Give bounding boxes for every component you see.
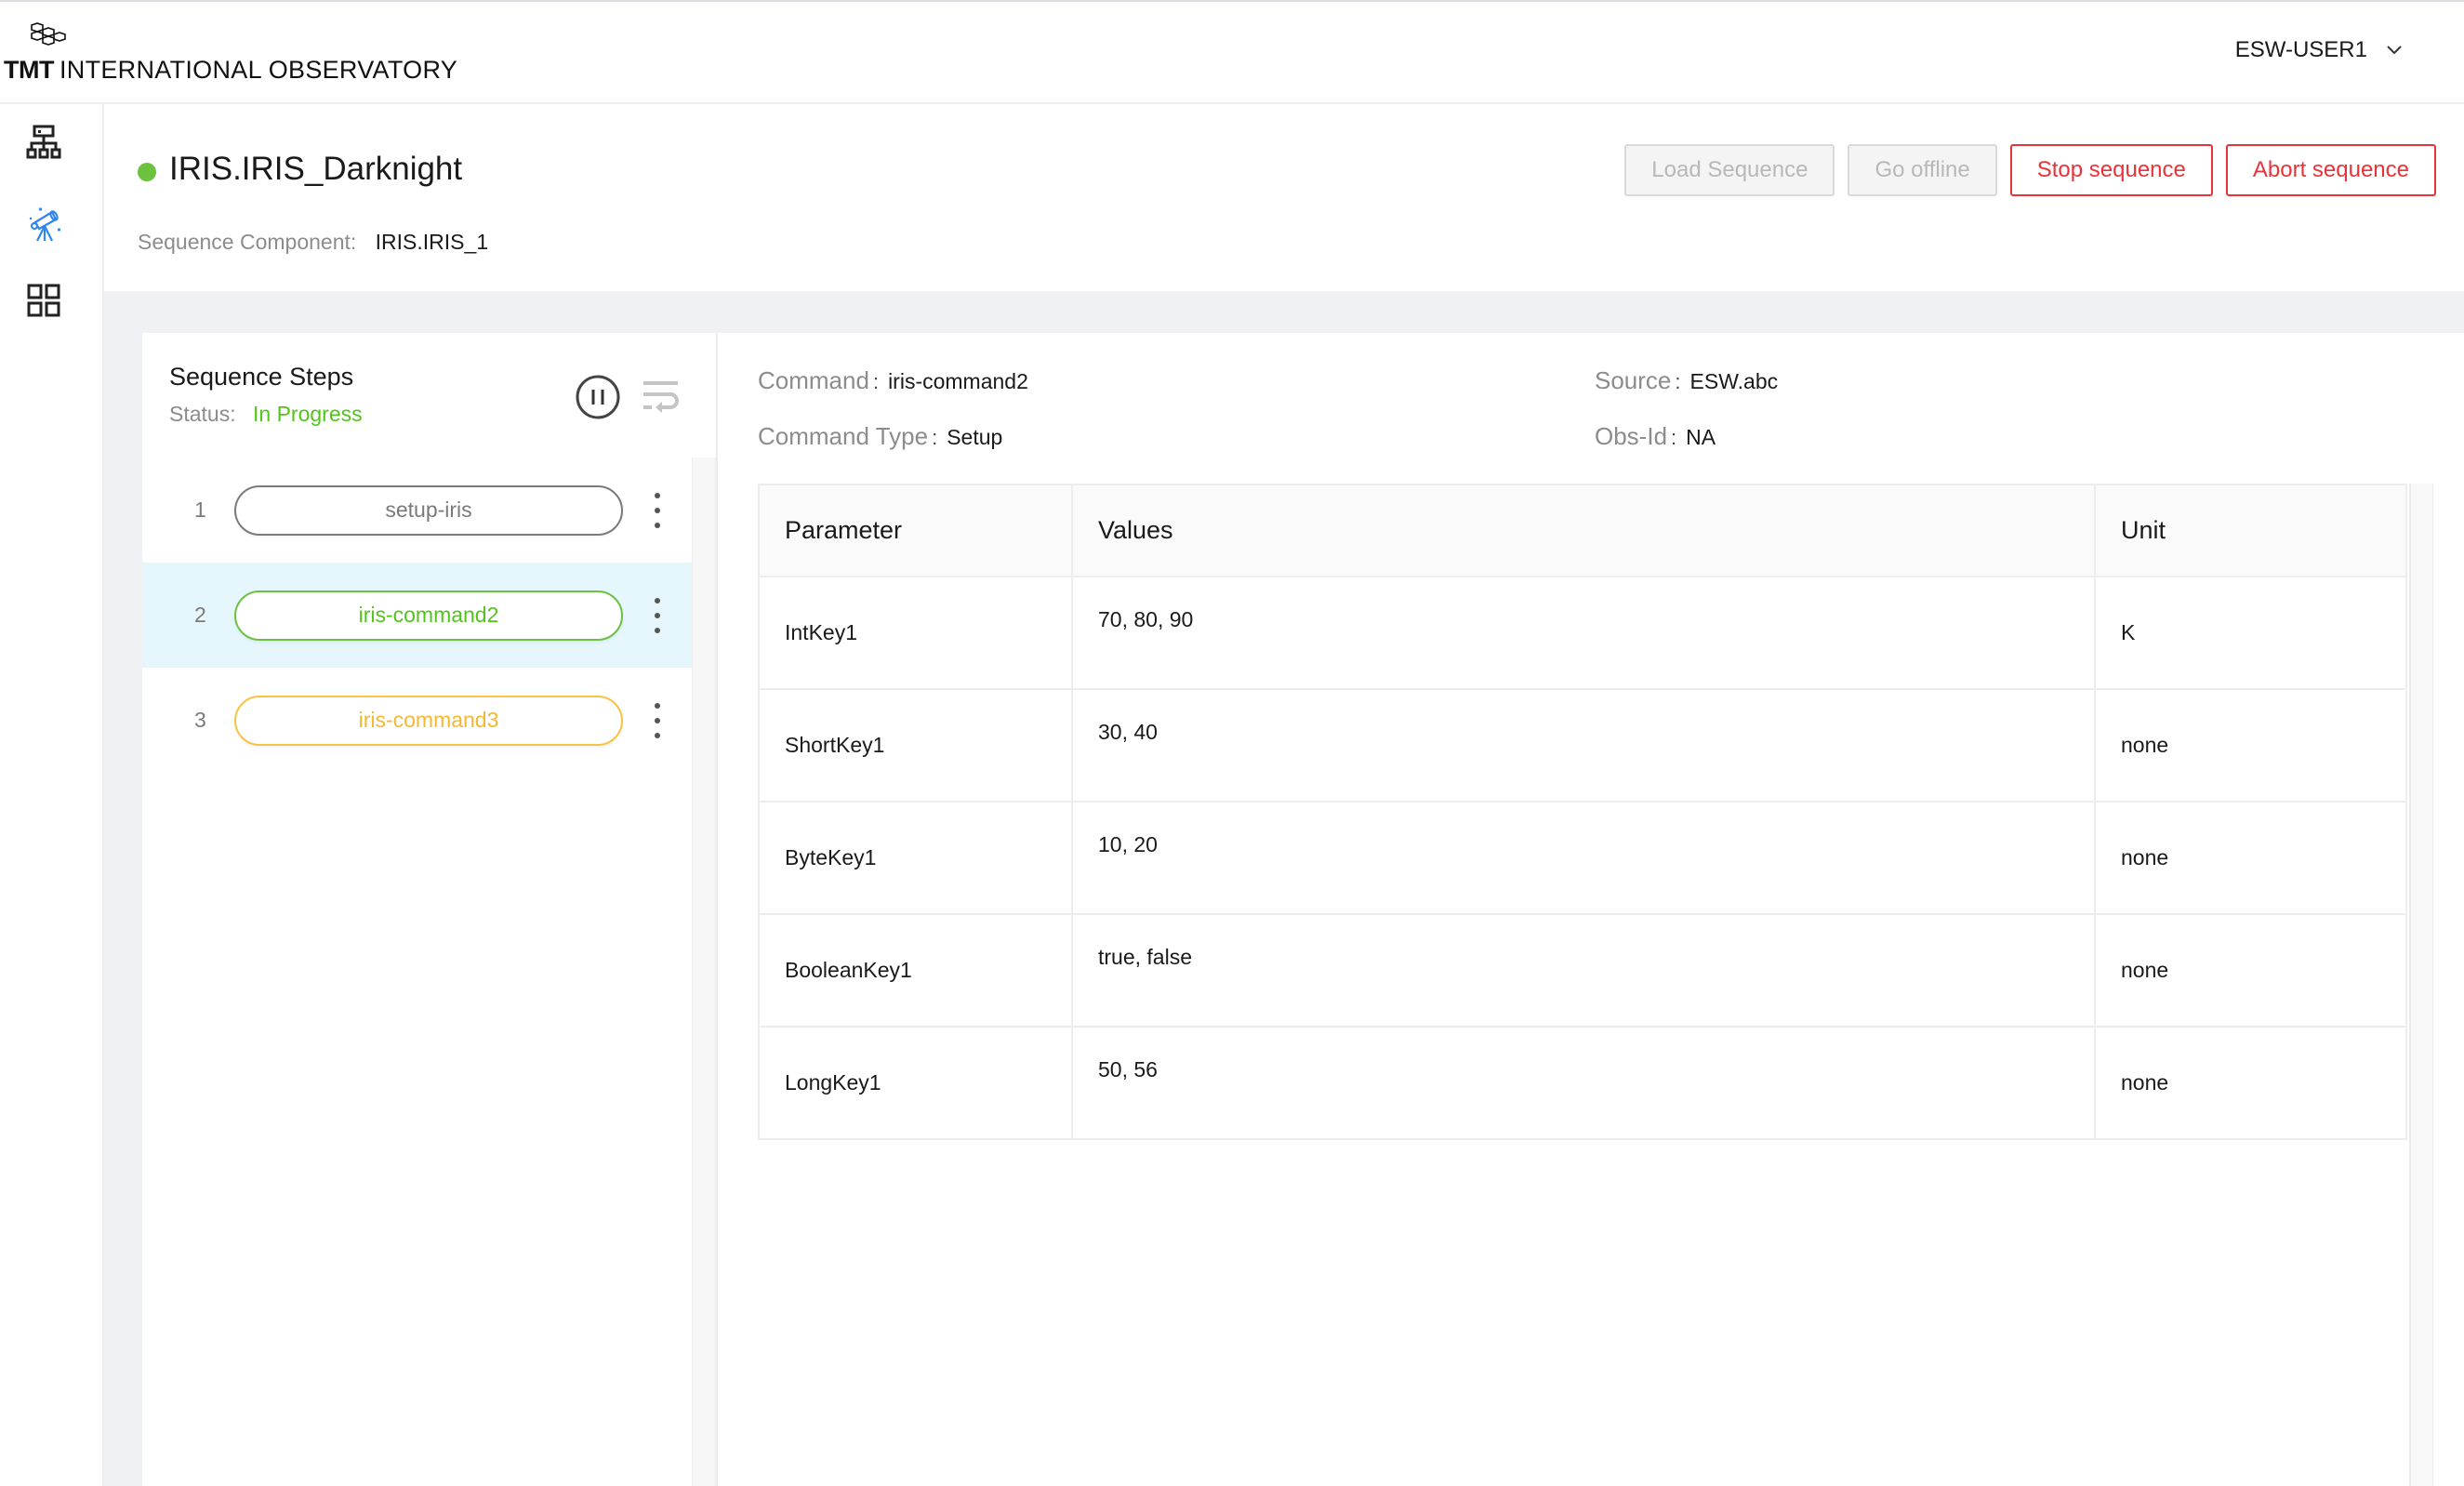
cell-unit: K [2095,577,2405,690]
cell-parameter: BooleanKey1 [760,914,1073,1028]
cell-values: 30, 40 [1072,689,2096,803]
side-nav [0,104,104,1486]
cell-values: 50, 56 [1072,1027,2096,1140]
reset-steps-button[interactable] [642,379,680,415]
nav-observations[interactable] [24,204,63,243]
logo-text: TMT INTERNATIONAL OBSERVATORY [4,56,458,84]
sequence-component-value: IRIS.IRIS_1 [375,230,489,254]
pause-button[interactable] [575,374,621,420]
cell-parameter: ShortKey1 [760,689,1073,803]
step-row[interactable]: 1 setup-iris [142,458,692,563]
user-menu[interactable]: ESW-USER1 [2235,37,2403,63]
more-vertical-icon[interactable] [648,489,667,532]
more-vertical-icon[interactable] [648,594,667,637]
pause-circle-icon [576,375,620,419]
steps-status-value: In Progress [253,402,363,426]
obsid-field: Obs-Id : NA [1595,422,1716,451]
abort-sequence-button[interactable]: Abort sequence [2225,144,2436,196]
steps-list: 1 setup-iris 2 iris-command2 3 iris-comm… [142,458,697,1486]
user-name: ESW-USER1 [2234,37,2367,62]
parameters-table-container: Parameter Values Unit IntKey1 70, 80, 90… [758,484,2407,1140]
sequencer-status-dot [138,163,156,181]
content-gutter [104,333,142,1486]
cell-values: 10, 20 [1072,802,2096,915]
cell-parameter: IntKey1 [760,577,1073,690]
step-row-selected[interactable]: 2 iris-command2 [142,563,697,668]
sequence-component-label: Sequence Component: [138,230,357,254]
column-header-unit: Unit [2095,485,2405,577]
step-index: 2 [194,603,206,627]
step-name-pill[interactable]: iris-command2 [234,590,623,641]
command-label: Command [758,366,869,394]
cell-unit: none [2095,914,2405,1028]
steps-title: Sequence Steps [169,363,354,391]
source-field: Source : ESW.abc [1595,366,1778,395]
field-separator: : [872,370,880,393]
sequence-steps-panel: Sequence Steps Status: In Progress 1 set… [142,333,716,1486]
steps-scrollbar[interactable] [692,458,716,1486]
step-details-panel: Command : iris-command2 Command Type : S… [716,333,2464,1486]
load-sequence-button[interactable]: Load Sequence [1624,144,1835,196]
command-field: Command : iris-command2 [758,366,1028,395]
cell-parameter: ByteKey1 [760,802,1073,915]
tmt-mirror-logo-icon [31,22,66,46]
parameters-table: Parameter Values Unit IntKey1 70, 80, 90… [760,485,2405,1140]
cell-parameter: LongKey1 [760,1027,1073,1140]
obsid-value: NA [1686,425,1716,449]
sequencer-actions: Load Sequence Go offline Stop sequence A… [1624,144,2436,196]
nav-infrastructure[interactable] [24,123,63,162]
more-vertical-icon[interactable] [648,699,667,742]
table-row: BooleanKey1 true, false none [760,914,2405,1028]
step-index: 3 [194,708,206,732]
steps-status: Status: In Progress [169,402,363,427]
cell-unit: none [2095,802,2405,915]
table-row: ByteKey1 10, 20 none [760,802,2405,915]
nav-apps[interactable] [24,281,63,320]
field-separator: : [1675,370,1681,393]
column-header-parameter: Parameter [760,485,1073,577]
grid-icon [27,284,60,317]
step-index: 1 [194,498,206,522]
step-name-pill[interactable]: setup-iris [234,484,623,536]
step-name-pill[interactable]: iris-command3 [234,695,623,746]
source-label: Source [1595,366,1672,394]
chevron-down-icon [2387,46,2402,55]
command-type-value: Setup [947,425,1003,449]
table-row: LongKey1 50, 56 none [760,1027,2405,1140]
column-header-values: Values [1072,485,2096,577]
table-header-row: Parameter Values Unit [760,485,2405,577]
content-separator [104,291,2464,333]
field-separator: : [1671,426,1677,449]
command-type-field: Command Type : Setup [758,422,1002,451]
command-type-label: Command Type [758,422,929,450]
steps-status-label: Status: [169,402,236,426]
sequencer-header: IRIS.IRIS_Darknight Sequence Component: … [104,104,2464,291]
sequencer-title: IRIS.IRIS_Darknight [169,151,463,187]
sequence-component: Sequence Component: IRIS.IRIS_1 [138,230,488,255]
table-row: ShortKey1 30, 40 none [760,689,2405,803]
table-row: IntKey1 70, 80, 90 K [760,577,2405,690]
telescope-icon [29,207,60,242]
go-offline-button[interactable]: Go offline [1848,144,1997,196]
app-header: TMT INTERNATIONAL OBSERVATORY ESW-USER1 [0,2,2464,104]
obsid-label: Obs-Id [1595,422,1668,450]
source-value: ESW.abc [1689,369,1779,393]
cell-values: true, false [1072,914,2096,1028]
wrap-text-icon [643,381,679,413]
hierarchy-icon [26,125,61,159]
cell-values: 70, 80, 90 [1072,577,2096,690]
cell-unit: none [2095,689,2405,803]
parameters-scrollbar[interactable] [2409,484,2433,1486]
steps-header: Sequence Steps Status: In Progress [142,333,693,458]
field-separator: : [932,426,938,449]
step-row[interactable]: 3 iris-command3 [142,668,692,773]
cell-unit: none [2095,1027,2405,1140]
command-value: iris-command2 [888,369,1028,393]
stop-sequence-button[interactable]: Stop sequence [2009,144,2213,196]
